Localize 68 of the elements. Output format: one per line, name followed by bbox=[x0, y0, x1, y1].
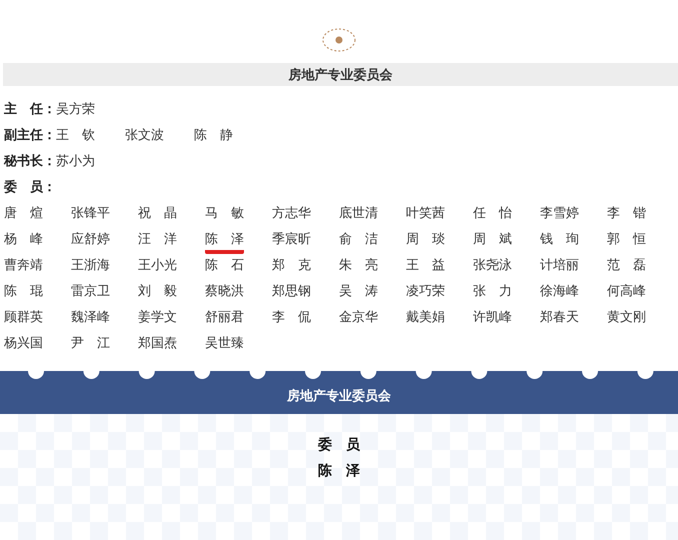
role-label: 委 员： bbox=[4, 178, 56, 196]
member-name: 祝 晶 bbox=[138, 205, 177, 223]
card-role: 委 员 bbox=[318, 436, 360, 454]
member-name: 叶笑茜 bbox=[406, 205, 445, 223]
member-name: 郑思钢 bbox=[272, 283, 311, 301]
officer-name: 吴方荣 bbox=[56, 101, 95, 118]
member-name: 王浙海 bbox=[71, 257, 110, 275]
member-name: 方志华 bbox=[272, 205, 311, 223]
member-name: 金京华 bbox=[339, 309, 378, 327]
underlined-member-name: 陈 泽 bbox=[205, 230, 244, 254]
member-name: 尹 江 bbox=[71, 335, 110, 353]
member-name: 蔡晓洪 bbox=[205, 283, 244, 301]
member-name: 吴 涛 bbox=[339, 283, 378, 301]
member-name: 范 磊 bbox=[607, 257, 646, 275]
member-name: 顾群英 bbox=[4, 309, 43, 327]
member-name: 王 益 bbox=[406, 257, 445, 275]
member-name: 杨 峰 bbox=[4, 231, 43, 249]
member-name: 郑国焘 bbox=[138, 335, 177, 353]
member-name: 张锋平 bbox=[71, 205, 110, 223]
member-name: 舒丽君 bbox=[205, 309, 244, 327]
member-name: 戴美娟 bbox=[406, 309, 445, 327]
member-name: 刘 毅 bbox=[138, 283, 177, 301]
member-name: 底世清 bbox=[339, 205, 378, 223]
member-name: 凌巧荣 bbox=[406, 283, 445, 301]
member-name: 李 侃 bbox=[272, 309, 311, 327]
member-name: 张 力 bbox=[473, 283, 512, 301]
member-name: 陈 琨 bbox=[4, 283, 43, 301]
member-name: 朱 亮 bbox=[339, 257, 378, 275]
member-name: 俞 洁 bbox=[339, 231, 378, 249]
member-name: 周 琰 bbox=[406, 231, 445, 249]
member-name: 王小光 bbox=[138, 257, 177, 275]
member-name: 魏泽峰 bbox=[71, 309, 110, 327]
member-name: 李 锴 bbox=[607, 205, 646, 223]
role-label: 秘书长： bbox=[4, 153, 56, 170]
officer-name: 张文波 bbox=[125, 127, 164, 144]
banner-title: 房地产专业委员会 bbox=[287, 388, 391, 404]
officer-name: 陈 静 bbox=[194, 127, 233, 144]
member-name: 张尧泳 bbox=[473, 257, 512, 275]
member-name: 唐 煊 bbox=[4, 205, 43, 223]
member-name: 马 敏 bbox=[205, 205, 244, 223]
member-name: 李雪婷 bbox=[540, 205, 579, 223]
section-title: 房地产专业委员会 bbox=[3, 63, 678, 86]
member-name: 任 怡 bbox=[473, 205, 512, 223]
role-label: 主 任： bbox=[4, 100, 56, 118]
member-name: 应舒婷 bbox=[71, 231, 110, 249]
member-name: 郑春天 bbox=[540, 309, 579, 327]
member-name: 杨兴国 bbox=[4, 335, 43, 353]
dot-ornament-icon bbox=[321, 27, 357, 53]
member-name: 计培丽 bbox=[540, 257, 579, 275]
member-name: 郭 恒 bbox=[607, 231, 646, 249]
member-name: 曹奔靖 bbox=[4, 257, 43, 275]
member-name: 姜学文 bbox=[138, 308, 177, 327]
member-name: 郑 克 bbox=[272, 257, 311, 275]
officer-name: 王 钦 bbox=[56, 127, 95, 144]
member-name: 徐海峰 bbox=[540, 283, 579, 301]
member-name: 汪 洋 bbox=[138, 231, 177, 249]
member-name: 吴世臻 bbox=[205, 335, 244, 353]
member-name: 许凯峰 bbox=[473, 309, 512, 327]
member-name: 周 斌 bbox=[473, 231, 512, 249]
member-name: 钱 珣 bbox=[540, 231, 579, 249]
member-name: 雷京卫 bbox=[71, 283, 110, 301]
member-name: 陈 石 bbox=[205, 257, 244, 275]
role-label: 副主任： bbox=[4, 126, 56, 144]
member-name: 季宸昕 bbox=[272, 231, 311, 249]
card-name: 陈 泽 bbox=[318, 462, 360, 480]
member-name: 黄文刚 bbox=[607, 309, 646, 327]
member-name: 何高峰 bbox=[607, 283, 646, 301]
officer-name: 苏小为 bbox=[56, 153, 95, 170]
